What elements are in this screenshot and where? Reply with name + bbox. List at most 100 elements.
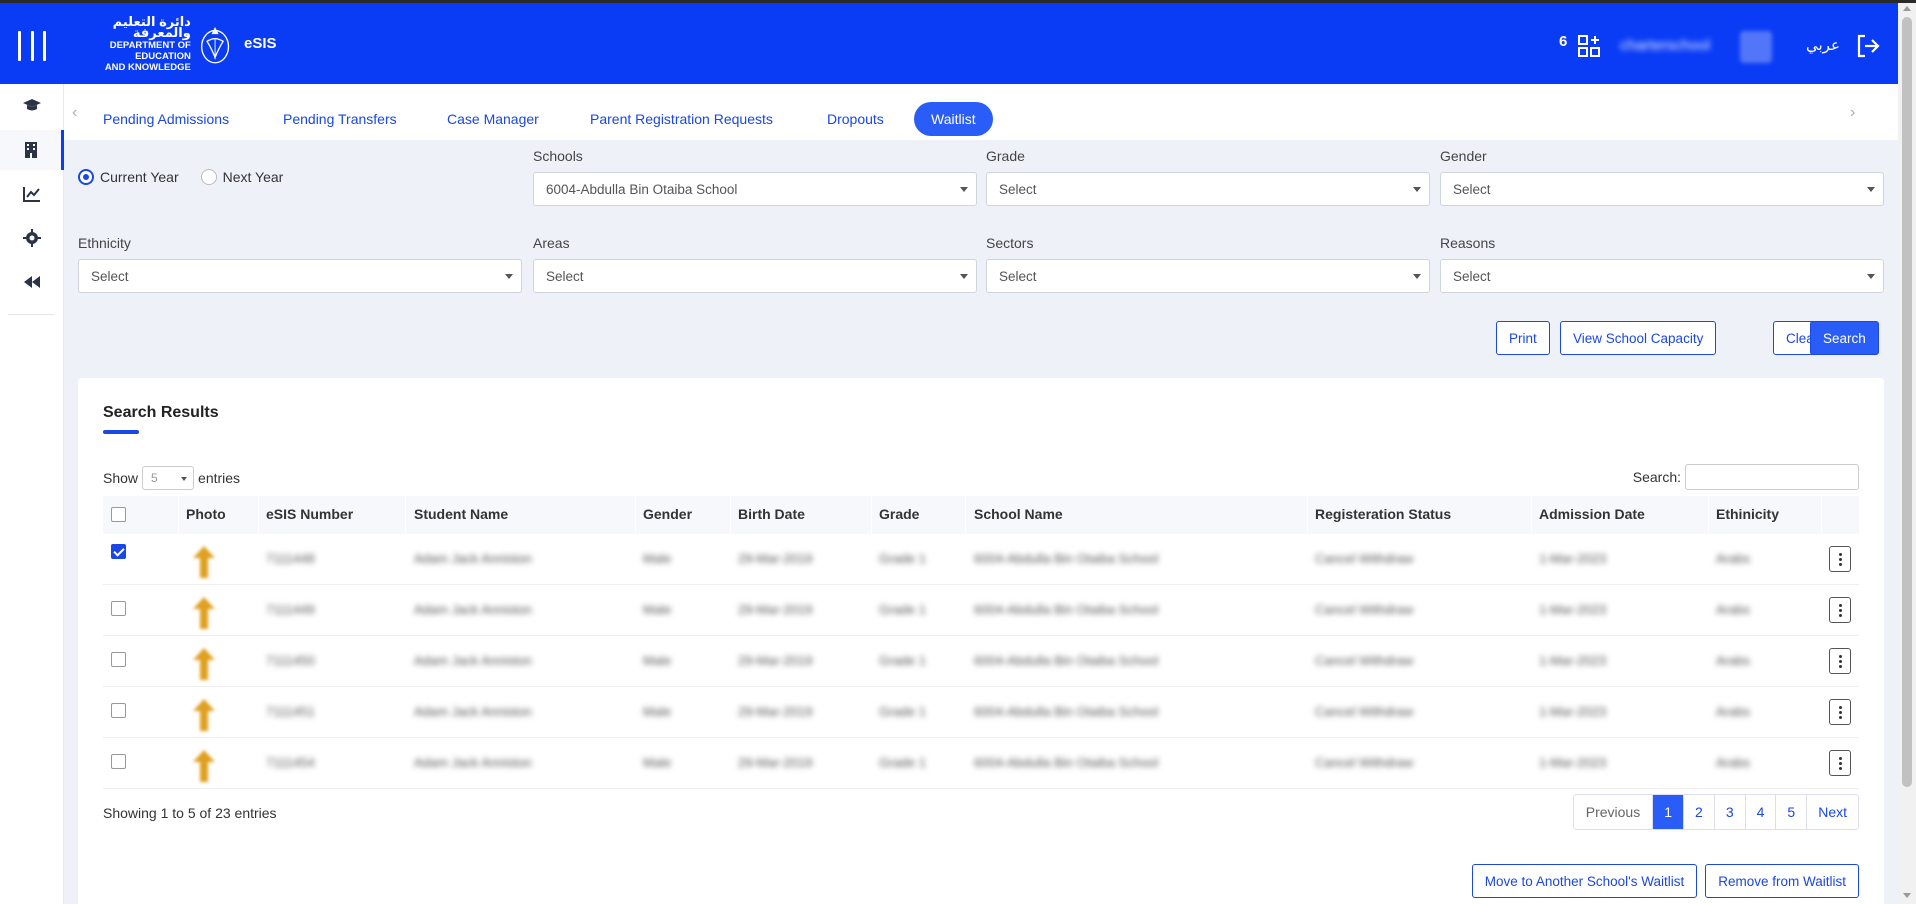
sidebar-item-school[interactable] — [0, 130, 64, 170]
language-toggle[interactable]: عربي — [1806, 36, 1840, 54]
col-photo[interactable]: Photo — [186, 506, 226, 522]
select-value: Select — [999, 181, 1037, 197]
cell-grade: Grade 1 — [879, 602, 926, 617]
sidebar-item-academics[interactable] — [0, 86, 64, 126]
cell-gender: Male — [643, 602, 672, 617]
col-admission-date[interactable]: Admission Date — [1539, 506, 1645, 522]
row-actions-menu-icon[interactable] — [1829, 699, 1851, 725]
row-actions-menu-icon[interactable] — [1829, 597, 1851, 623]
col-gender[interactable]: Gender — [643, 506, 692, 522]
col-esis-number[interactable]: eSIS Number — [266, 506, 353, 522]
user-avatar[interactable] — [1740, 31, 1772, 63]
pagination-page[interactable]: 3 — [1713, 795, 1745, 829]
sidebar-item-collapse[interactable] — [0, 262, 64, 302]
entries-summary: Showing 1 to 5 of 23 entries — [103, 805, 277, 821]
col-grade[interactable]: Grade — [879, 506, 919, 522]
grade-select[interactable]: Select — [986, 172, 1430, 206]
logo-line-1: DEPARTMENT OF EDUCATION — [109, 39, 191, 62]
department-logo: دائرة التعليم والمعرفة DEPARTMENT OF EDU… — [66, 15, 231, 73]
scroll-down-icon[interactable] — [1903, 893, 1911, 898]
view-school-capacity-button[interactable]: View School Capacity — [1560, 321, 1717, 355]
tab-waitlist[interactable]: Waitlist — [914, 102, 993, 136]
pagination-page[interactable]: 4 — [1744, 795, 1776, 829]
logout-icon[interactable] — [1855, 33, 1881, 59]
row-actions-menu-icon[interactable] — [1829, 750, 1851, 776]
col-school-name[interactable]: School Name — [974, 506, 1063, 522]
graduation-cap-icon — [23, 99, 41, 111]
sidebar-item-reports[interactable] — [0, 174, 64, 214]
tab-case-manager[interactable]: Case Manager — [430, 102, 556, 136]
tabs-scroll-left-icon[interactable]: ‹ — [72, 104, 77, 122]
col-student-name[interactable]: Student Name — [414, 506, 508, 522]
row-checkbox[interactable] — [111, 601, 126, 616]
search-button[interactable]: Search — [1810, 321, 1879, 355]
reasons-filter: Reasons Select — [1440, 235, 1884, 293]
row-checkbox[interactable] — [111, 652, 126, 667]
tab-pending-transfers[interactable]: Pending Transfers — [266, 102, 414, 136]
print-button[interactable]: Print — [1496, 321, 1550, 355]
pagination-page[interactable]: 5 — [1775, 795, 1806, 829]
results-table: Photo eSIS Number Student Name Gender Bi… — [103, 496, 1859, 789]
pagination-previous[interactable]: Previous — [1574, 795, 1652, 829]
notification-count[interactable]: 6 — [1559, 33, 1567, 50]
table-row[interactable]: 7111448 Adam Jack Anniston Male 29-Mar-2… — [103, 534, 1859, 585]
qr-code-icon[interactable] — [1578, 35, 1600, 57]
tabs-scroll-right-icon[interactable]: › — [1850, 104, 1855, 122]
gender-select[interactable]: Select — [1440, 172, 1884, 206]
cell-school: 6004-Abdulla Bin Otaiba School — [974, 653, 1159, 668]
chart-line-icon — [23, 187, 40, 202]
user-name[interactable]: charterschool — [1620, 37, 1710, 54]
remove-from-waitlist-button[interactable]: Remove from Waitlist — [1705, 864, 1859, 898]
page-size-select[interactable]: 5 — [142, 466, 195, 490]
row-actions-menu-icon[interactable] — [1829, 546, 1851, 572]
pagination-page[interactable]: 1 — [1652, 795, 1684, 829]
cell-esis: 7111449 — [266, 602, 315, 617]
chevron-down-icon — [960, 274, 968, 279]
table-row[interactable]: 7111451 Adam Jack Anniston Male 29-Mar-2… — [103, 687, 1859, 738]
cell-name: Adam Jack Anniston — [414, 551, 532, 566]
cell-status: Cancel Withdraw — [1315, 704, 1414, 719]
column-divider — [178, 496, 179, 534]
table-row[interactable]: 7111450 Adam Jack Anniston Male 29-Mar-2… — [103, 636, 1859, 687]
scroll-up-icon[interactable] — [1903, 6, 1911, 11]
scrollbar-thumb[interactable] — [1902, 17, 1912, 787]
tab-parent-registration-requests[interactable]: Parent Registration Requests — [573, 102, 790, 136]
cell-grade: Grade 1 — [879, 755, 926, 770]
col-birth-date[interactable]: Birth Date — [738, 506, 805, 522]
sidebar-item-settings[interactable] — [0, 218, 64, 258]
table-search-input[interactable] — [1685, 464, 1859, 490]
pagination-page[interactable]: 2 — [1683, 795, 1714, 829]
cell-status: Cancel Withdraw — [1315, 653, 1414, 668]
column-divider — [730, 496, 731, 534]
select-all-checkbox[interactable] — [111, 507, 126, 522]
select-value: Select — [1453, 181, 1491, 197]
areas-select[interactable]: Select — [533, 259, 977, 293]
tab-dropouts[interactable]: Dropouts — [810, 102, 901, 136]
column-divider — [258, 496, 259, 534]
pagination-next[interactable]: Next — [1806, 795, 1858, 829]
page-scrollbar[interactable] — [1898, 3, 1916, 904]
menu-toggle-icon[interactable] — [18, 31, 46, 61]
sectors-select[interactable]: Select — [986, 259, 1430, 293]
row-actions-menu-icon[interactable] — [1829, 648, 1851, 674]
tab-pending-admissions[interactable]: Pending Admissions — [86, 102, 246, 136]
ethnicity-select[interactable]: Select — [78, 259, 522, 293]
col-ethnicity[interactable]: Ethinicity — [1716, 506, 1779, 522]
col-registration-status[interactable]: Registeration Status — [1315, 506, 1451, 522]
year-radio-group: Current Year Next Year — [78, 169, 283, 185]
row-checkbox[interactable] — [111, 754, 126, 769]
cell-admission: 1-Mar-2023 — [1539, 704, 1607, 719]
table-row[interactable]: 7111454 Adam Jack Anniston Male 29-Mar-2… — [103, 738, 1859, 789]
column-divider — [635, 496, 636, 534]
table-row[interactable]: 7111449 Adam Jack Anniston Male 29-Mar-2… — [103, 585, 1859, 636]
schools-select[interactable]: 6004-Abdulla Bin Otaiba School — [533, 172, 977, 206]
radio-current-year[interactable]: Current Year — [78, 169, 179, 185]
reasons-select[interactable]: Select — [1440, 259, 1884, 293]
cell-esis: 7111451 — [266, 704, 315, 719]
row-checkbox[interactable] — [111, 703, 126, 718]
cell-esis: 7111450 — [266, 653, 315, 668]
chevron-down-icon — [960, 187, 968, 192]
row-checkbox[interactable] — [111, 544, 126, 559]
radio-next-year[interactable]: Next Year — [200, 169, 283, 185]
move-to-another-waitlist-button[interactable]: Move to Another School's Waitlist — [1471, 864, 1698, 898]
